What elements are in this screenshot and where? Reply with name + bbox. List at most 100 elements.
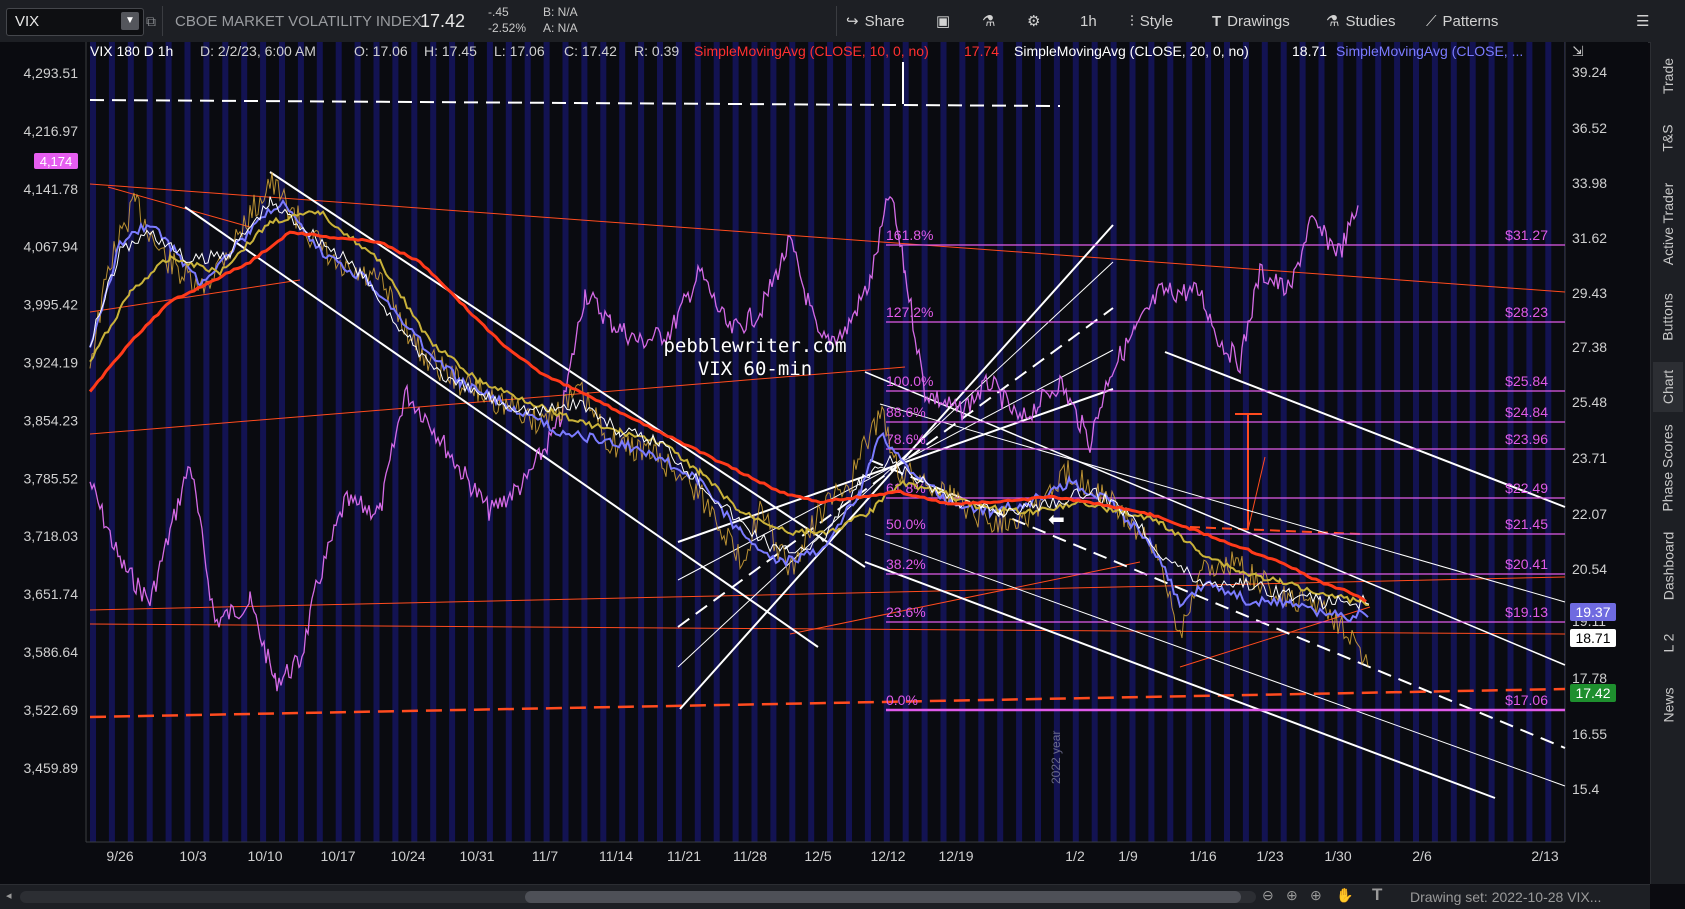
- x-axis-label: 1/9: [1118, 848, 1138, 864]
- crosshair-icon[interactable]: ⊕: [1286, 887, 1298, 904]
- price-badge-label: 19.37: [1575, 604, 1610, 620]
- camera-icon: ▣: [936, 13, 951, 30]
- right-axis-tick: 31.62: [1572, 230, 1607, 246]
- right-tab-t-s[interactable]: T&S: [1653, 114, 1683, 162]
- left-axis-tick: 3,718.03: [24, 528, 79, 544]
- fib-level-pct: 0.0%: [886, 692, 918, 708]
- x-axis-label: 11/28: [733, 848, 767, 864]
- right-axis-tick: 33.98: [1572, 175, 1607, 191]
- symbol-input[interactable]: VIX ▼: [6, 8, 144, 36]
- drawing-set-label[interactable]: Drawing set: 2022-10-28 VIX...: [1410, 889, 1601, 905]
- zoom-in-icon[interactable]: ⊕: [1310, 887, 1322, 904]
- patterns-label: Patterns: [1442, 12, 1499, 30]
- x-axis-label: 10/31: [459, 848, 494, 864]
- right-tab-label: Phase Scores: [1660, 424, 1677, 512]
- right-tab-dashboard[interactable]: Dashboard: [1653, 522, 1683, 610]
- right-tab-active-trader[interactable]: Active Trader: [1653, 172, 1683, 276]
- scrollbar-thumb[interactable]: [525, 891, 1241, 903]
- link-icon[interactable]: ⧉: [146, 0, 156, 42]
- fib-level-pct: 50.0%: [886, 516, 926, 532]
- x-axis-label: 12/19: [938, 848, 973, 864]
- panel-icon: ☰: [1636, 13, 1650, 30]
- right-tab-l-2[interactable]: L 2: [1653, 620, 1683, 666]
- fib-level-price: $22.49: [1505, 480, 1548, 496]
- price-badge-label: 18.71: [1575, 630, 1610, 646]
- right-tab-chart[interactable]: Chart: [1653, 362, 1683, 412]
- patterns-button[interactable]: ⟋ Patterns: [1426, 0, 1498, 42]
- symbol-info: VIX 180 D 1h: [90, 43, 173, 59]
- right-tab-news[interactable]: News: [1653, 676, 1683, 734]
- top-toolbar: VIX ▼ ⧉ CBOE MARKET VOLATILITY INDEX 17.…: [0, 0, 1685, 43]
- left-axis-tick: 3,651.74: [24, 586, 79, 602]
- right-tab-label: Chart: [1660, 369, 1677, 405]
- left-axis-tick: 4,293.51: [24, 65, 79, 81]
- right-tab-buttons[interactable]: Buttons: [1653, 282, 1683, 352]
- scroll-left-icon[interactable]: ◂: [6, 889, 16, 903]
- left-axis-tick: 4,216.97: [24, 123, 79, 139]
- fib-level-price: $31.27: [1505, 227, 1548, 243]
- settings-button[interactable]: ⚙: [1027, 0, 1040, 42]
- studies-button[interactable]: ⚗ Studies: [1326, 0, 1396, 42]
- right-axis-tick: 17.78: [1572, 670, 1607, 686]
- horizontal-scrollbar[interactable]: [20, 891, 1256, 903]
- style-button[interactable]: ⫶ Style: [1130, 0, 1173, 42]
- right-tab-label: Active Trader: [1660, 182, 1677, 266]
- x-axis-label: 10/24: [390, 848, 425, 864]
- fib-level-price: $21.45: [1505, 516, 1548, 532]
- watermark-line2: VIX 60-min: [698, 358, 812, 380]
- bar-close: C: 17.42: [564, 43, 617, 59]
- left-axis-highlight-label: 4,174: [40, 154, 73, 169]
- sma10-label: SimpleMovingAvg (CLOSE, 10, 0, no): [694, 43, 929, 59]
- price-chart[interactable]: VIX 180 D 1h D: 2/2/23, 6:00 AM O: 17.06…: [0, 42, 1648, 884]
- right-axis-tick: 22.07: [1572, 506, 1607, 522]
- x-axis-label: 10/17: [320, 848, 355, 864]
- x-axis-label: 11/21: [667, 848, 701, 864]
- zoom-out-icon[interactable]: ⊖: [1262, 887, 1274, 904]
- right-tab-trade[interactable]: Trade: [1653, 46, 1683, 106]
- symbol-value: VIX: [15, 13, 40, 30]
- left-axis-tick: 3,854.23: [24, 412, 79, 428]
- left-axis-tick: 4,067.94: [24, 239, 79, 255]
- fib-level-pct: 161.8%: [886, 227, 933, 243]
- fib-level-price: $25.84: [1505, 373, 1548, 389]
- right-tab-label: Buttons: [1660, 293, 1677, 341]
- panel-toggle-button[interactable]: ☰: [1636, 0, 1649, 42]
- right-axis-tick: 20.54: [1572, 561, 1607, 577]
- x-axis-label: 2/13: [1531, 848, 1558, 864]
- timeframe-button[interactable]: 1h: [1080, 0, 1097, 42]
- fib-level-price: $23.96: [1505, 431, 1548, 447]
- fib-level-pct: 78.6%: [886, 431, 926, 447]
- right-axis-tick: 39.24: [1572, 64, 1607, 80]
- style-label: Style: [1139, 12, 1174, 30]
- right-tab-label: Dashboard: [1660, 531, 1676, 601]
- x-axis-label: 1/2: [1065, 848, 1085, 864]
- chevron-down-icon[interactable]: ▼: [121, 12, 139, 30]
- fib-level-price: $24.84: [1505, 404, 1548, 420]
- right-tab-label: L 2: [1659, 633, 1676, 653]
- left-axis-tick: 3,785.52: [24, 470, 79, 486]
- fib-level-price: $20.41: [1505, 556, 1548, 572]
- collapse-icon[interactable]: ⇲: [1572, 43, 1584, 59]
- left-axis-tick: 3,995.42: [24, 297, 79, 313]
- sma-other-label: SimpleMovingAvg (CLOSE, ...: [1336, 43, 1523, 59]
- drawing-t-icon[interactable]: T: [1372, 885, 1382, 905]
- studies-label: Studies: [1345, 12, 1396, 30]
- fib-level-pct: 100.0%: [886, 373, 933, 389]
- fib-level-pct: 23.6%: [886, 604, 926, 620]
- flask-button[interactable]: ⚗: [982, 0, 995, 42]
- right-axis-tick: 16.55: [1572, 726, 1607, 742]
- fib-level-pct: 127.2%: [886, 304, 933, 320]
- x-axis-label: 11/7: [532, 848, 558, 864]
- pan-icon[interactable]: ✋: [1336, 887, 1353, 904]
- right-tab-phase-scores[interactable]: Phase Scores: [1653, 422, 1683, 514]
- last-price: 17.42: [420, 10, 466, 31]
- drawings-button[interactable]: T Drawings: [1212, 0, 1290, 42]
- patterns-icon: ⟋: [1426, 12, 1437, 30]
- share-button[interactable]: ↪ Share: [846, 0, 905, 42]
- fib-level-price: $17.06: [1505, 692, 1548, 708]
- right-tab-bar: Trade T&S Active Trader Buttons Chart Phase S…: [1650, 42, 1685, 884]
- share-label: Share: [864, 12, 905, 30]
- x-axis-label: 12/5: [804, 848, 831, 864]
- snapshot-button[interactable]: ▣: [936, 0, 950, 42]
- right-tab-label: Trade: [1660, 57, 1676, 95]
